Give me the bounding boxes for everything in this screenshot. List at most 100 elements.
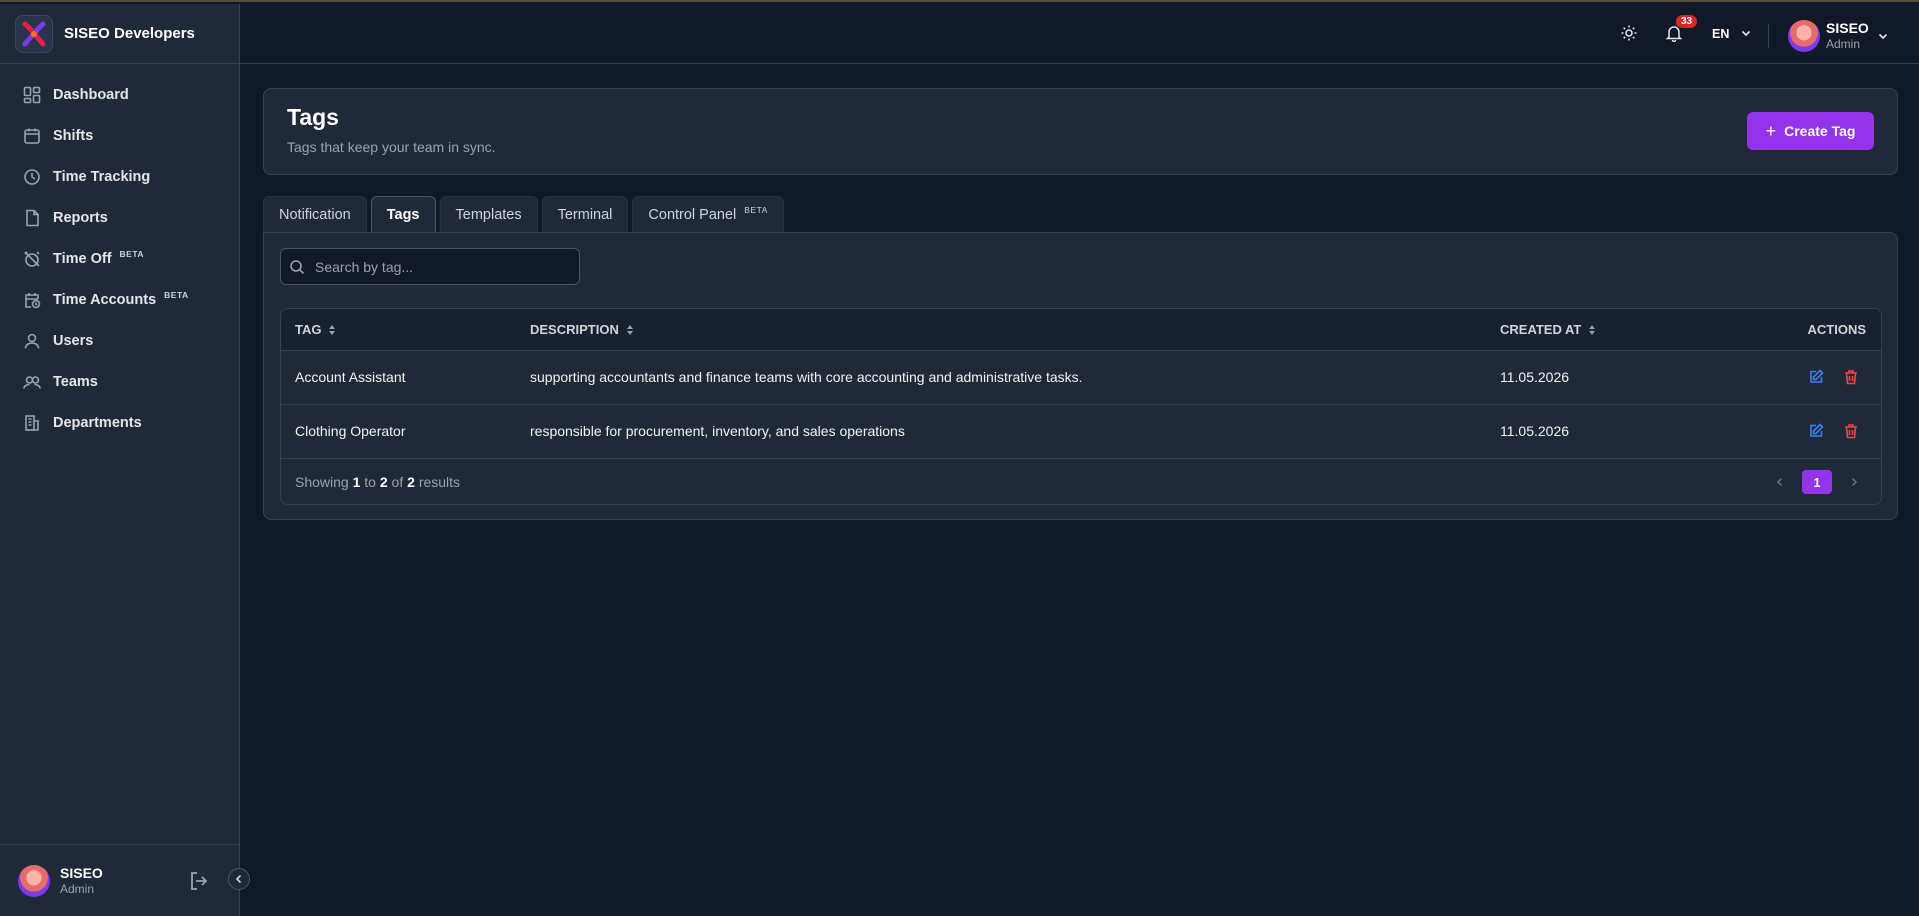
sidebar-item-label: Shifts [53,127,94,144]
sidebar-item-dashboard[interactable]: Dashboard [0,74,239,115]
beta-badge: BETA [164,290,189,300]
sidebar-nav: Dashboard Shifts Time Tracking Reports T… [0,64,239,443]
sidebar-item-time-tracking[interactable]: Time Tracking [0,156,239,197]
user-menu[interactable]: SISEO Admin [1826,20,1869,51]
column-label: ACTIONS [1807,322,1867,337]
tab-control-panel[interactable]: Control Panel BETA [632,196,784,232]
building-icon [25,414,39,431]
sidebar-item-time-accounts[interactable]: Time Accounts BETA [0,279,239,320]
chevron-left-icon [235,874,242,884]
edit-icon[interactable] [1808,369,1824,388]
sidebar-item-label: Users [53,332,94,349]
language-select[interactable]: EN [1712,27,1751,41]
tab-label: Terminal [557,206,613,223]
delete-icon[interactable] [1843,369,1859,388]
beta-badge: BETA [119,249,145,259]
description-cell: responsible for procurement, inventory, … [530,423,905,439]
column-description[interactable]: DESCRIPTION [530,322,634,337]
summary-to: 2 [379,474,388,490]
user-icon [24,333,40,349]
delete-icon[interactable] [1843,423,1859,442]
next-page-icon[interactable] [1849,474,1859,490]
created-at-cell: 11.05.2026 [1500,423,1570,439]
sidebar-item-users[interactable]: Users [0,320,239,361]
language-value: EN [1712,27,1730,41]
chevron-down-icon [1741,30,1750,37]
create-tag-button[interactable]: + Create Tag [1747,112,1874,150]
avatar[interactable] [18,864,50,897]
sidebar-item-label: Time Tracking [53,168,151,185]
tab-templates[interactable]: Templates [439,196,538,232]
sort-icon [1589,324,1596,335]
collapse-sidebar-button[interactable] [228,868,250,890]
summary-text: to [364,474,376,490]
logout-icon[interactable] [188,870,210,897]
table-header: TAG DESCRIPTION CREATED AT ACTIONS [281,309,1881,351]
column-label: DESCRIPTION [530,322,619,337]
topbar: 33 EN SISEO Admin [240,4,1919,64]
page-button-current[interactable]: 1 [1802,470,1832,494]
tag-cell: Account Assistant [295,369,406,385]
column-label: CREATED AT [1500,322,1582,337]
tab-label: Templates [455,206,522,223]
sidebar-item-departments[interactable]: Departments [0,402,239,443]
topbar-user-role: Admin [1826,37,1861,51]
column-tag[interactable]: TAG [295,322,336,337]
summary-text: of [391,474,404,490]
tab-tags[interactable]: Tags [370,196,436,233]
page-title: Tags [287,104,339,130]
tags-panel: TAG DESCRIPTION CREATED AT ACTIONS Accou… [263,232,1898,520]
brand-name: SISEO Developers [64,25,195,42]
description-cell: supporting accountants and finance teams… [530,369,1083,385]
tab-notification[interactable]: Notification [263,196,367,232]
tab-label: Control Panel [648,206,737,223]
notification-count-badge: 33 [1676,15,1698,28]
sidebar-item-shifts[interactable]: Shifts [0,115,239,156]
results-summary: Showing 1 to 2 of 2 results [295,474,460,490]
sidebar-item-reports[interactable]: Reports [0,197,239,238]
topbar-divider [1768,24,1769,48]
beta-badge: BETA [744,205,768,215]
avatar[interactable] [1788,20,1820,52]
tag-cell: Clothing Operator [295,423,406,439]
sidebar-item-label: Time Accounts [53,291,157,308]
tab-bar: Notification Tags Templates Terminal Con… [263,196,788,233]
tab-label: Notification [279,206,351,223]
column-created-at[interactable]: CREATED AT [1500,322,1596,337]
search-box [280,248,580,285]
sidebar-item-label: Departments [53,414,142,431]
created-at-cell: 11.05.2026 [1500,369,1570,385]
tab-label: Tags [386,207,420,223]
create-tag-label: Create Tag [1784,123,1856,139]
chevron-down-icon[interactable] [1878,28,1888,46]
dashboard-icon [23,86,41,103]
prev-page-icon[interactable] [1775,474,1785,490]
summary-from: 1 [352,474,361,490]
topbar-user-name: SISEO [1826,20,1869,36]
search-input[interactable] [315,258,565,275]
tab-terminal[interactable]: Terminal [541,196,629,232]
plus-icon: + [1765,120,1777,141]
sidebar-item-time-off[interactable]: Time Off BETA [0,238,239,279]
table-row: Clothing Operator responsible for procur… [281,405,1881,459]
sidebar-user-name: SISEO [60,865,103,881]
brand-logo-icon [15,14,53,53]
summary-text: results [418,474,461,490]
users-icon [23,375,41,389]
theme-toggle-sun-icon[interactable] [1620,24,1638,47]
table-footer: Showing 1 to 2 of 2 results 1 [281,459,1881,504]
alarm-off-icon [24,250,40,267]
calendar-clock-icon [25,292,41,308]
edit-icon[interactable] [1808,423,1824,442]
table-row: Account Assistant supporting accountants… [281,351,1881,405]
file-icon [26,209,39,226]
sidebar-user: SISEO Admin [0,844,240,916]
sidebar-item-label: Teams [53,373,98,390]
column-actions: ACTIONS [1808,322,1867,337]
sidebar: SISEO Developers Dashboard Shifts Time T… [0,4,240,916]
summary-total: 2 [407,474,415,490]
sidebar-item-teams[interactable]: Teams [0,361,239,402]
sidebar-item-label: Dashboard [53,86,129,103]
brand[interactable]: SISEO Developers [0,4,239,64]
page-header: Tags Tags that keep your team in sync. +… [263,88,1898,175]
